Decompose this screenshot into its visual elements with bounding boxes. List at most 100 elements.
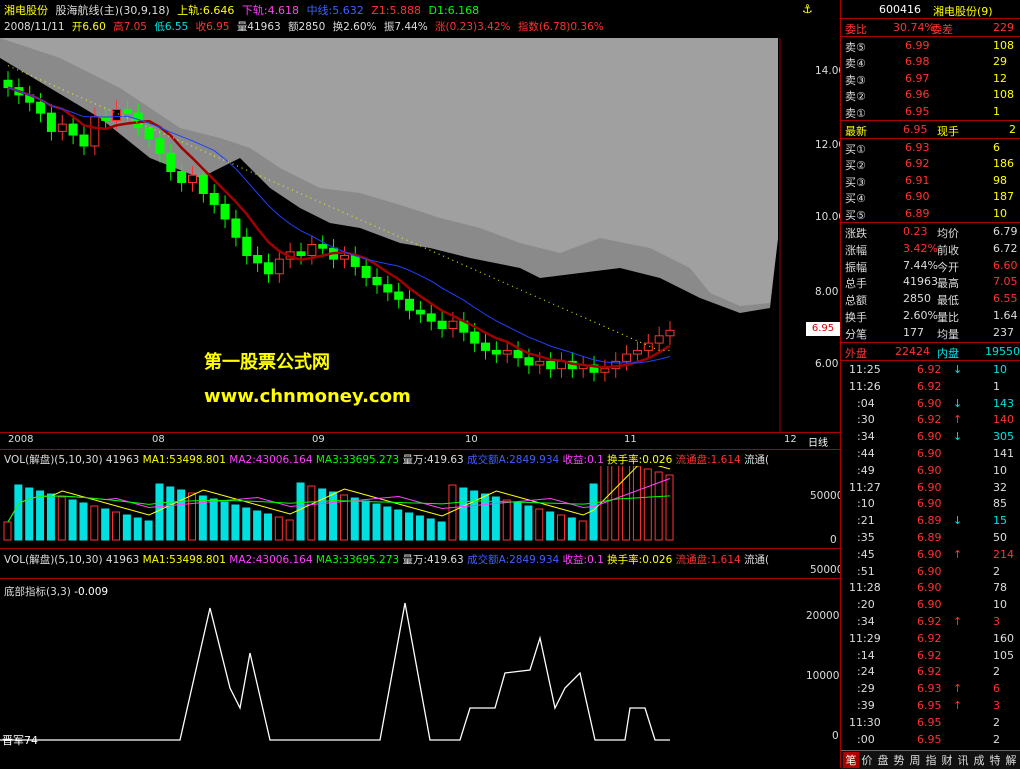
lower-track: 下轨:4.618	[241, 4, 300, 17]
ask-row: 卖④ 6.98 29	[843, 54, 1019, 70]
volume-bar	[79, 502, 88, 541]
indicator-name: 股海航线(主)(30,9,18)	[55, 4, 170, 17]
volume-bar	[502, 499, 511, 541]
candle-body	[68, 123, 78, 136]
tab-4[interactable]: 周	[907, 752, 923, 768]
tick-time: 11:27	[849, 480, 881, 494]
vol2-axis-50000: 50000	[810, 564, 844, 576]
ask-price: 6.98	[905, 55, 930, 69]
volume-bar	[253, 510, 262, 541]
volume-bar	[285, 519, 294, 541]
candle-body	[665, 329, 675, 337]
tab-9[interactable]: 特	[987, 752, 1003, 768]
tick-time: :14	[857, 648, 875, 662]
tick-volume: 10	[993, 463, 1007, 477]
tab-6[interactable]: 财	[939, 752, 955, 768]
tab-0[interactable]: 笔	[843, 752, 859, 768]
tick-price: 6.90	[917, 564, 942, 578]
volume-bar	[144, 520, 153, 541]
candle-body	[318, 244, 328, 249]
tick-row: :14 6.92 105	[843, 648, 1019, 664]
bottom-indicator-svg	[0, 602, 670, 741]
tab-5[interactable]: 指	[923, 752, 939, 768]
ask-price: 6.95	[905, 104, 930, 118]
tick-volume: 143	[993, 396, 1014, 410]
tick-volume: 2	[993, 715, 1000, 729]
tab-7[interactable]: 讯	[955, 752, 971, 768]
tab-1[interactable]: 价	[859, 752, 875, 768]
bid-row: 买① 6.93 6	[843, 140, 1019, 156]
candle-body	[524, 357, 534, 366]
tick-row: :35 6.89 50	[843, 530, 1019, 546]
volume-bar	[394, 509, 403, 541]
stat-label: 均价	[937, 227, 959, 240]
candle-body	[448, 320, 458, 330]
tick-time: :45	[857, 547, 875, 561]
time-label-09: 09	[312, 434, 325, 445]
period-button[interactable]: 日线	[808, 434, 828, 449]
candle-body	[57, 123, 67, 132]
sep-5	[841, 222, 1020, 223]
volume-bar	[415, 515, 424, 541]
bottom-indicator-panel[interactable]: 底部指标(3,3) -0.009 20000 10000 0 晋军74	[0, 582, 840, 750]
time-label-2008: 2008	[8, 434, 34, 445]
volume-bar	[611, 466, 620, 541]
candle-body	[209, 192, 219, 205]
tab-3[interactable]: 势	[891, 752, 907, 768]
ask-row: 卖② 6.96 108	[843, 87, 1019, 103]
volume-bar	[578, 520, 587, 541]
stat-value: 237	[993, 325, 1014, 339]
candle-body	[3, 79, 13, 89]
tab-2[interactable]: 盘	[875, 752, 891, 768]
candle-body	[112, 109, 122, 121]
bar-low: 低6.55	[154, 21, 189, 33]
ask-label: 卖④	[845, 57, 866, 71]
sep-4	[841, 138, 1020, 139]
volume-panel-2[interactable]: VOL(解盘)(5,10,30) 41963 MA1:53498.801 MA2…	[0, 550, 844, 580]
tab-8[interactable]: 成	[971, 752, 987, 768]
candle-body	[187, 174, 197, 183]
volume-panel[interactable]: VOL(解盘)(5,10,30) 41963 MA1:53498.801 MA2…	[0, 450, 843, 550]
volume-bar	[263, 513, 272, 541]
stat-value: 7.05	[993, 275, 1018, 289]
volume-bar	[177, 489, 186, 541]
anchor-icon[interactable]: ⚓	[802, 2, 813, 16]
tick-volume: 85	[993, 497, 1007, 511]
tick-volume: 15	[993, 514, 1007, 528]
candle-body	[654, 335, 664, 344]
candle-body	[177, 171, 187, 184]
tick-volume: 2	[993, 564, 1000, 578]
candle-body	[36, 101, 46, 114]
stat-label: 今开	[937, 260, 959, 274]
tick-volume: 214	[993, 547, 1014, 561]
stat-value: 6.72	[993, 241, 1018, 255]
quote-header: 湘电股份 股海航线(主)(30,9,18) 上轨:6.646 下轨:4.618 …	[0, 0, 800, 36]
tick-time: :35	[857, 531, 875, 544]
ask-label: 卖②	[845, 90, 866, 104]
stat-value: 6.60	[993, 258, 1018, 272]
tick-price: 6.95	[917, 732, 942, 746]
volume-bar	[470, 490, 479, 541]
price-chart[interactable]: 第一股票公式网 www.chnmoney.com 14.00 12.00 10.…	[0, 2, 845, 432]
candle-body	[155, 138, 165, 154]
price-chart-svg	[0, 38, 781, 432]
tab-10[interactable]: 解	[1003, 752, 1019, 768]
ask-label: 卖①	[845, 106, 866, 120]
volume-bar	[166, 486, 175, 541]
bid-volume: 98	[993, 173, 1007, 187]
bid-label: 买②	[845, 159, 866, 173]
tick-volume: 1	[993, 379, 1000, 393]
stat-label: 前收	[937, 243, 959, 257]
tick-price: 6.89	[917, 514, 942, 528]
sep-3	[841, 120, 1020, 121]
volume-bar	[361, 500, 370, 541]
stat-label: 涨跌	[845, 227, 867, 240]
candle-body	[546, 360, 556, 370]
bid-row: 买③ 6.91 98	[843, 173, 1019, 189]
bottom-axis-10000: 10000	[806, 670, 840, 682]
candle-body	[90, 116, 100, 147]
stat-value: 1.64	[993, 309, 1018, 322]
candle-body	[198, 174, 208, 194]
candle-body	[372, 276, 382, 286]
stat-value: 2850	[903, 292, 931, 306]
